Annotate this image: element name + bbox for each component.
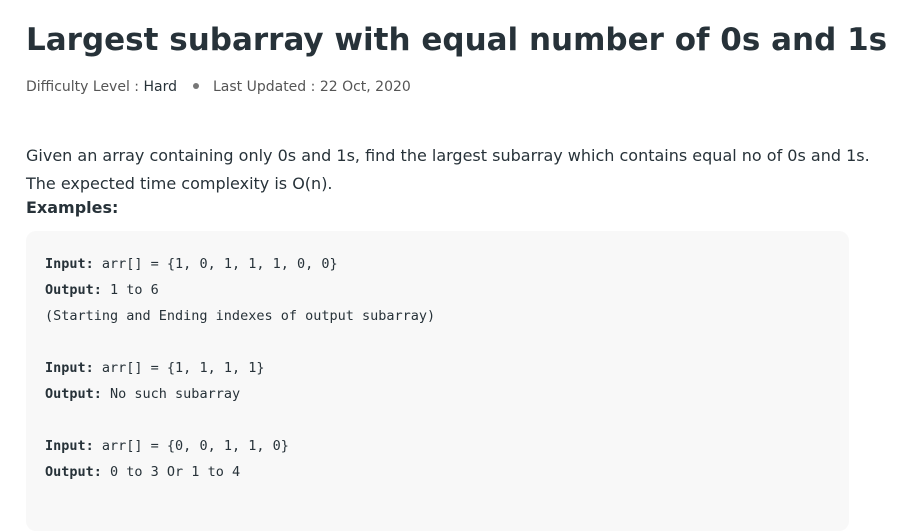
code-line: Output: 1 to 6	[45, 282, 159, 298]
code-line: Input: arr[] = {1, 0, 1, 1, 1, 0, 0}	[45, 256, 338, 272]
updated-date: 22 Oct, 2020	[319, 79, 411, 95]
separator-dot	[192, 83, 199, 89]
updated-label: Last Updated :	[212, 79, 316, 95]
problem-description: Given an array containing only 0s and 1s…	[26, 146, 870, 193]
difficulty-label: Difficulty Level :	[26, 79, 140, 95]
examples-heading: Examples:	[26, 198, 119, 217]
code-line: Input: arr[] = {1, 1, 1, 1}	[45, 360, 265, 376]
code-block: Input: arr[] = {1, 0, 1, 1, 1, 0, 0} Out…	[26, 231, 849, 531]
article-meta: Difficulty Level : Hard Last Updated : 22…	[26, 79, 411, 95]
difficulty-value[interactable]: Hard	[143, 79, 177, 95]
page-title: Largest subarray with equal number of 0s…	[26, 22, 888, 58]
code-line: Output: 0 to 3 Or 1 to 4	[45, 464, 241, 480]
code-line: (Starting and Ending indexes of output s…	[45, 308, 436, 324]
code-line: Output: No such subarray	[45, 386, 241, 402]
code-line: Input: arr[] = {0, 0, 1, 1, 0}	[45, 438, 289, 454]
